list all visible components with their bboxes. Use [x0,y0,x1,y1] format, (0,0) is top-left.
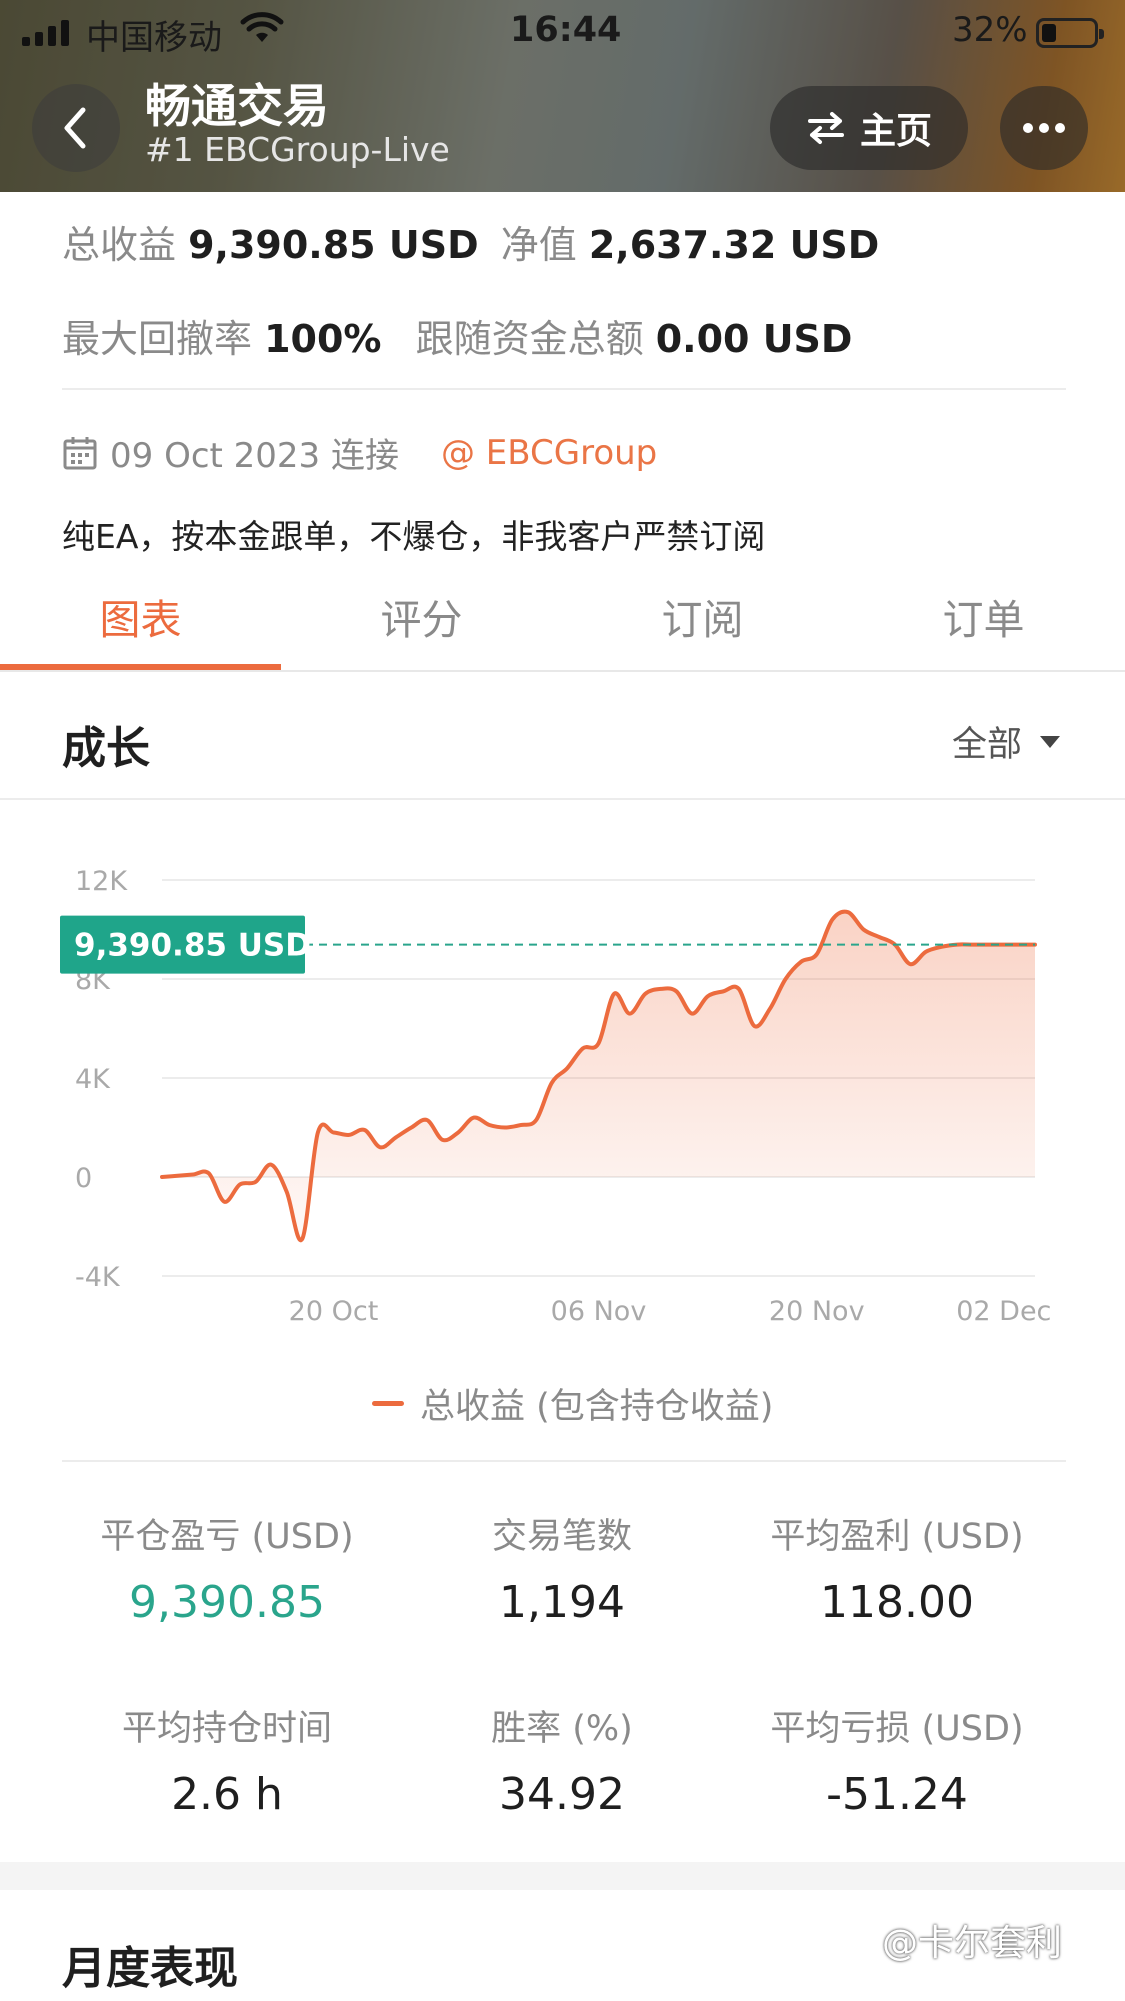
summary-row-2: 最大回撤率 100% 跟随资金总额 0.00 USD [62,308,852,363]
chart-legend: 总收益 (包含持仓收益) [372,1378,773,1429]
range-dropdown-label: 全部 [952,725,1023,765]
wifi-icon [240,12,284,55]
provider-link[interactable]: @ EBCGroup [441,433,657,473]
more-dots-icon [1023,123,1065,133]
watermark-text: @卡尔套利 [882,1923,1063,1964]
battery-percent: 32% [952,10,1028,50]
max-drawdown-label: 最大回撤率 [62,317,253,361]
stat-avg-hold-time: 平均持仓时间 2.6 h [57,1700,397,1820]
stat-win-rate: 胜率 (%) 34.92 [392,1700,732,1820]
stat-label: 交易笔数 [491,1517,632,1557]
current-value-badge: 9,390.85 USD [60,915,311,974]
app-header: 中国移动 16:44 32% 畅通交易 #1 EBCGroup-Live 主页 [0,0,1125,192]
stat-value: 34.92 [499,1769,625,1820]
connection-date: 09 Oct 2023 连接 [110,436,399,476]
stat-avg-loss: 平均亏损 (USD) -51.24 [727,1700,1067,1820]
x-axis-ticks: 20 Oct 06 Nov 20 Nov 02 Dec [289,1296,1052,1327]
total-profit-label: 总收益 [62,223,177,267]
total-profit-value: 9,390.85 USD [188,223,479,267]
follow-funds-label: 跟随资金总额 [415,317,644,361]
page-title: 畅通交易 [145,79,329,133]
section-separator [0,1862,1125,1890]
follow-funds-value: 0.00 USD [655,317,853,361]
stat-value: -51.24 [826,1769,968,1820]
stats-divider [62,1460,1066,1462]
stat-value: 2.6 h [171,1769,283,1820]
stat-label: 平均持仓时间 [121,1709,332,1749]
summary-row-1: 总收益 9,390.85 USD 净值 2,637.32 USD [62,214,879,269]
max-drawdown-value: 100% [264,317,382,361]
status-bar: 中国移动 16:44 32% [0,8,1125,58]
stat-label: 胜率 (%) [491,1709,633,1749]
carrier-name: 中国移动 [86,18,222,58]
stat-label: 平均盈利 (USD) [770,1517,1024,1557]
legend-label: 总收益 (包含持仓收益) [420,1387,774,1427]
equity-value: 2,637.32 USD [588,223,880,267]
connection-info: 09 Oct 2023 连接 @ EBCGroup [62,428,657,477]
x-tick-label: 06 Nov [551,1296,647,1327]
account-subtitle: #1 EBCGroup-Live [145,130,450,169]
stat-label: 平仓盈亏 (USD) [100,1517,354,1557]
stat-value: 118.00 [820,1577,974,1628]
swap-icon [807,112,844,144]
clock-time: 16:44 [510,10,622,50]
growth-title: 成长 [62,723,150,774]
stat-value: 1,194 [499,1577,625,1628]
battery-icon [1036,18,1104,48]
x-tick-label: 20 Oct [289,1296,379,1327]
growth-chart: 12K8K4K0-4K 20 Oct 06 Nov 20 Nov 02 Dec 9,3… [60,866,1052,1327]
current-value-label: 9,390.85 USD [74,928,311,964]
monthly-performance-title: 月度表现 [62,1943,238,1994]
tab-bar: 图表 评分 订阅 订单 [0,580,1125,672]
y-tick-label: -4K [75,1262,121,1293]
stat-closed-pnl: 平仓盈亏 (USD) 9,390.85 [57,1508,397,1628]
stat-avg-profit: 平均盈利 (USD) 118.00 [727,1508,1067,1628]
stat-value: 9,390.85 [129,1577,325,1628]
more-button[interactable] [1000,86,1088,170]
legend-swatch [372,1401,404,1406]
stat-trade-count: 交易笔数 1,194 [392,1508,732,1628]
tab-rating[interactable]: 评分 [281,580,562,670]
tab-chart[interactable]: 图表 [0,580,281,670]
chevron-left-icon [64,107,86,149]
tab-orders[interactable]: 订单 [843,580,1124,670]
caret-down-icon [1040,735,1061,748]
y-tick-label: 4K [75,1064,111,1095]
back-button[interactable] [32,84,120,172]
stat-label: 平均亏损 (USD) [770,1709,1024,1749]
x-tick-label: 20 Nov [769,1296,865,1327]
y-tick-label: 12K [75,866,128,897]
range-dropdown[interactable]: 全部 [952,716,1062,767]
equity-label: 净值 [500,223,577,267]
x-tick-label: 02 Dec [956,1296,1051,1327]
y-tick-label: 0 [75,1163,92,1194]
signal-icon [22,20,69,46]
summary-divider [62,388,1066,390]
tab-subscribe[interactable]: 订阅 [562,580,843,670]
active-tab-indicator [0,664,281,670]
home-button-label: 主页 [859,111,932,152]
strategy-description: 纯EA，按本金跟单，不爆仓，非我客户严禁订阅 [62,517,766,556]
home-button[interactable]: 主页 [770,86,968,170]
calendar-icon [63,436,97,469]
